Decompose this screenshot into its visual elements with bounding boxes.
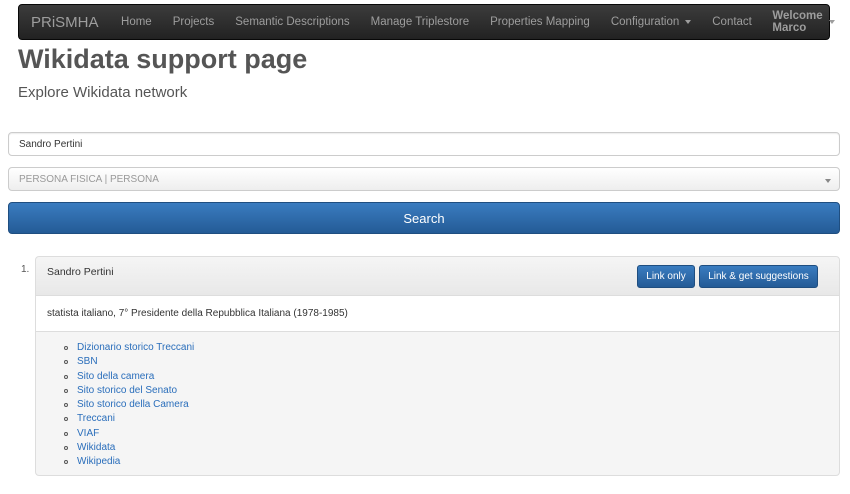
- bullet-icon: [64, 431, 68, 436]
- source-link[interactable]: SBN: [77, 356, 98, 367]
- bullet-icon: [64, 388, 68, 393]
- bullet-icon: [64, 417, 68, 422]
- bullet-icon: [64, 360, 68, 365]
- bullet-icon: [64, 403, 68, 408]
- bullet-icon: [64, 374, 68, 379]
- bullet-icon: [64, 460, 68, 465]
- caret-down-icon: [685, 20, 692, 24]
- type-select[interactable]: PERSONA FISICA | PERSONA: [8, 167, 840, 191]
- list-item: Sito storico del Senato: [64, 384, 194, 398]
- user-menu-dropdown[interactable]: Welcome Marco: [762, 5, 844, 39]
- source-link[interactable]: Wikipedia: [77, 456, 120, 467]
- result-name: Sandro Pertini: [47, 266, 114, 278]
- result-description-row: statista italiano, 7° Presidente della R…: [36, 296, 839, 332]
- brand-logo[interactable]: PRiSMHA: [19, 5, 111, 39]
- nav-home[interactable]: Home: [111, 5, 163, 39]
- source-link[interactable]: Dizionario storico Treccani: [77, 342, 194, 353]
- nav-semantic-descriptions[interactable]: Semantic Descriptions: [225, 5, 360, 39]
- list-item: SBN: [64, 355, 194, 369]
- search-button[interactable]: Search: [8, 202, 840, 234]
- nav-configuration-dropdown[interactable]: Configuration: [600, 5, 701, 39]
- list-item: Sito storico della Camera: [64, 398, 194, 412]
- nav-projects[interactable]: Projects: [162, 5, 225, 39]
- search-input[interactable]: [8, 132, 840, 156]
- bullet-icon: [64, 346, 68, 350]
- result-description: statista italiano, 7° Presidente della R…: [47, 308, 348, 319]
- bullet-icon: [64, 446, 68, 451]
- list-item: Treccani: [64, 412, 194, 426]
- result-index: 1.: [21, 264, 30, 275]
- user-welcome-label: Welcome Marco: [772, 10, 823, 34]
- source-link[interactable]: Treccani: [77, 413, 115, 424]
- chevron-down-icon: [825, 179, 831, 183]
- type-select-value: PERSONA FISICA | PERSONA: [19, 173, 159, 185]
- link-and-suggest-button[interactable]: Link & get suggestions: [699, 265, 818, 288]
- result-panel-heading: Sandro Pertini Link only Link & get sugg…: [36, 257, 839, 296]
- source-link[interactable]: VIAF: [77, 428, 99, 439]
- source-link-list: Dizionario storico Treccani SBN Sito del…: [64, 341, 194, 470]
- page-title: Wikidata support page: [18, 44, 308, 74]
- nav-contact[interactable]: Contact: [702, 5, 763, 39]
- list-item: Dizionario storico Treccani: [64, 341, 194, 355]
- source-link[interactable]: Sito storico della Camera: [77, 399, 189, 410]
- nav-manage-triplestore[interactable]: Manage Triplestore: [360, 5, 479, 39]
- list-item: Sito della camera: [64, 370, 194, 384]
- list-item: VIAF: [64, 427, 194, 441]
- page-subtitle: Explore Wikidata network: [18, 84, 188, 101]
- top-navbar: PRiSMHA Home Projects Semantic Descripti…: [18, 4, 835, 40]
- link-only-button[interactable]: Link only: [637, 265, 695, 288]
- caret-down-icon: [828, 20, 835, 24]
- source-link[interactable]: Sito della camera: [77, 371, 154, 382]
- source-link[interactable]: Wikidata: [77, 442, 115, 453]
- list-item: Wikidata: [64, 441, 194, 455]
- nav-configuration-label: Configuration: [610, 16, 680, 28]
- nav-properties-mapping[interactable]: Properties Mapping: [480, 5, 601, 39]
- result-panel: Sandro Pertini Link only Link & get sugg…: [35, 256, 840, 476]
- list-item: Wikipedia: [64, 455, 194, 469]
- source-link[interactable]: Sito storico del Senato: [77, 385, 177, 396]
